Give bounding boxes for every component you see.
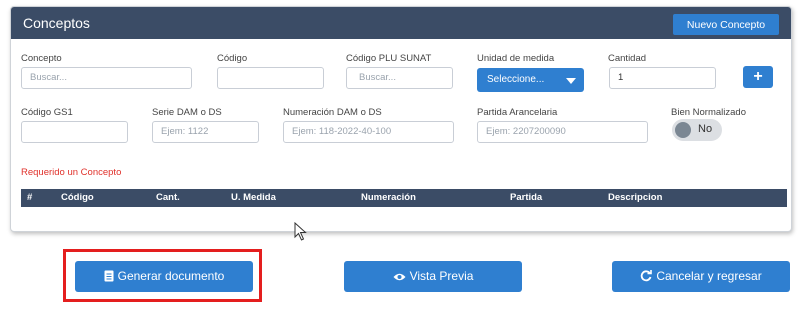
bien-normalizado-label: Bien Normalizado bbox=[671, 107, 746, 118]
numeracion-input[interactable]: Ejem: 118-2022-40-100 bbox=[283, 121, 454, 143]
unidad-selected-value: Seleccione... bbox=[487, 74, 545, 85]
eye-icon bbox=[393, 273, 406, 281]
plu-label: Código PLU SUNAT bbox=[346, 53, 432, 64]
preview-label: Vista Previa bbox=[409, 269, 474, 283]
conceptos-panel: Conceptos Nuevo Concepto Concepto Buscar… bbox=[10, 6, 792, 232]
highlight-box bbox=[63, 249, 262, 302]
column-header-codigo: Código bbox=[61, 192, 94, 203]
toggle-label: No bbox=[698, 123, 713, 135]
gs1-input[interactable] bbox=[21, 121, 128, 143]
column-header-descripcion: Descripcion bbox=[608, 192, 663, 203]
gs1-label: Código GS1 bbox=[21, 107, 73, 118]
codigo-input[interactable] bbox=[217, 67, 324, 89]
serie-input[interactable]: Ejem: 1122 bbox=[152, 121, 259, 143]
panel-header: Conceptos Nuevo Concepto bbox=[11, 7, 791, 39]
validation-message: Requerido un Concepto bbox=[21, 167, 122, 178]
column-header-partida: Partida bbox=[510, 192, 543, 203]
chevron-down-icon bbox=[566, 78, 576, 84]
column-header-numeracion: Numeración bbox=[361, 192, 416, 203]
add-concept-button[interactable]: + bbox=[743, 66, 773, 88]
panel-title: Conceptos bbox=[23, 15, 90, 31]
unidad-label: Unidad de medida bbox=[477, 53, 555, 64]
serie-label: Serie DAM o DS bbox=[152, 107, 222, 118]
numeracion-label: Numeración DAM o DS bbox=[283, 107, 382, 118]
cancel-and-return-button[interactable]: Cancelar y regresar bbox=[612, 261, 790, 292]
partida-label: Partida Arancelaria bbox=[477, 107, 558, 118]
toggle-knob bbox=[675, 122, 691, 138]
column-header-cantidad: Cant. bbox=[156, 192, 180, 203]
new-concept-button[interactable]: Nuevo Concepto bbox=[673, 14, 779, 35]
partida-input[interactable]: Ejem: 2207200090 bbox=[477, 121, 648, 143]
codigo-label: Código bbox=[217, 53, 248, 64]
mouse-cursor-icon bbox=[294, 222, 307, 241]
cancel-label: Cancelar y regresar bbox=[656, 269, 762, 283]
unidad-select[interactable]: Seleccione... bbox=[477, 68, 584, 92]
cantidad-label: Cantidad bbox=[608, 53, 647, 64]
column-header-unidad: U. Medida bbox=[231, 192, 276, 203]
plu-search-input[interactable]: Buscar... bbox=[346, 67, 453, 89]
preview-button[interactable]: Vista Previa bbox=[344, 261, 522, 292]
column-header-number: # bbox=[27, 192, 33, 203]
concepto-label: Concepto bbox=[21, 53, 62, 64]
bien-normalizado-toggle[interactable]: No bbox=[672, 119, 722, 141]
refresh-icon bbox=[641, 270, 653, 282]
cantidad-input[interactable]: 1 bbox=[609, 67, 716, 89]
concepto-search-input[interactable]: Buscar... bbox=[21, 67, 192, 89]
concepts-table-header: # Código Cant. U. Medida Numeración Part… bbox=[21, 189, 787, 207]
